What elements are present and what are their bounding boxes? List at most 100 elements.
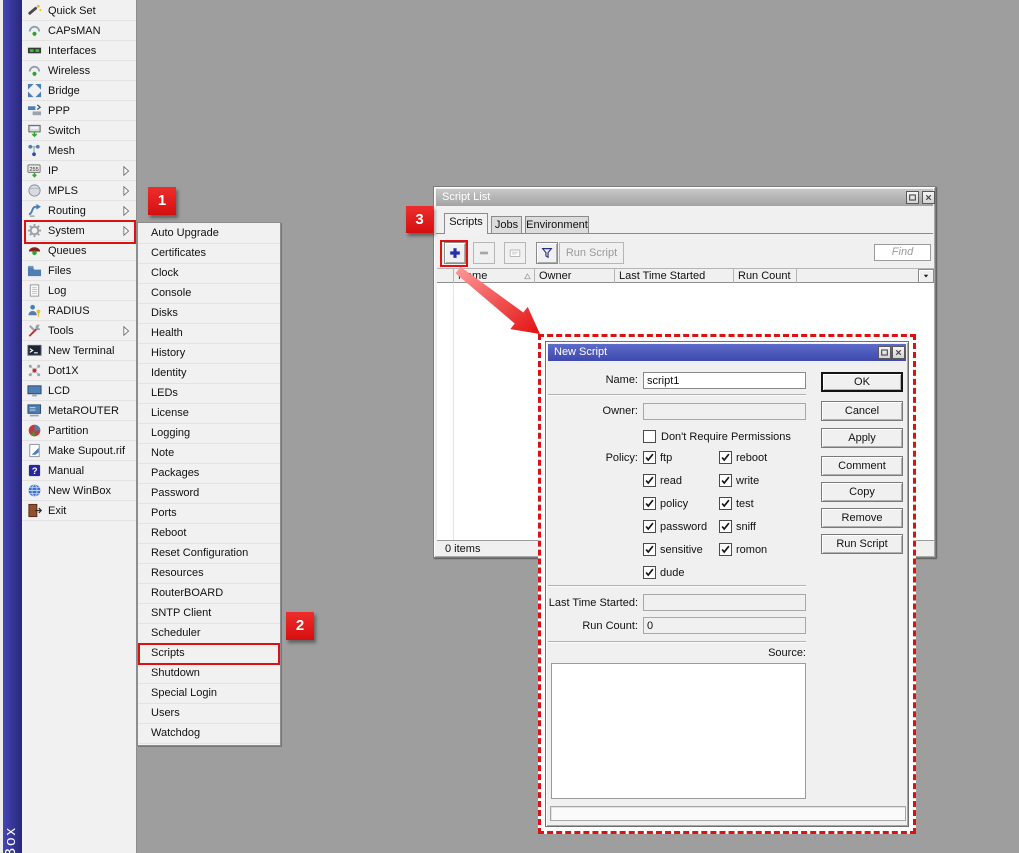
sidebar-item-lcd[interactable]: LCD [22,381,136,401]
policy-checkbox[interactable] [643,451,656,464]
sidebar-item-interfaces[interactable]: Interfaces [22,41,136,61]
policy-option-test[interactable]: test [719,497,767,510]
system-menu-item-health[interactable]: Health [138,324,280,344]
policy-checkbox[interactable] [643,566,656,579]
policy-checkbox[interactable] [719,474,732,487]
dont-require-permissions-checkbox[interactable] [643,430,656,443]
sidebar-item-new-terminal[interactable]: New Terminal [22,341,136,361]
new-script-titlebar[interactable]: New Script [548,344,906,361]
run-count-input[interactable]: 0 [643,617,806,634]
system-menu-item-sntp-client[interactable]: SNTP Client [138,604,280,624]
sidebar-item-ip[interactable]: 255 IP [22,161,136,181]
policy-option-reboot[interactable]: reboot [719,451,767,464]
system-menu-item-shutdown[interactable]: Shutdown [138,664,280,684]
policy-checkbox[interactable] [643,520,656,533]
system-menu-item-disks[interactable]: Disks [138,304,280,324]
system-menu-item-resources[interactable]: Resources [138,564,280,584]
system-menu-item-note[interactable]: Note [138,444,280,464]
dialog-button-run-script[interactable]: Run Script [821,534,903,554]
tab-scripts[interactable]: Scripts [444,213,488,234]
system-menu-item-routerboard[interactable]: RouterBOARD [138,584,280,604]
dialog-button-ok[interactable]: OK [821,372,903,392]
dialog-button-comment[interactable]: Comment [821,456,903,476]
sidebar-item-ppp[interactable]: PPP [22,101,136,121]
system-menu-item-watchdog[interactable]: Watchdog [138,724,280,744]
policy-checkbox[interactable] [719,451,732,464]
policy-option-read[interactable]: read [643,474,707,487]
sidebar-item-capsman[interactable]: CAPsMAN [22,21,136,41]
sidebar-item-switch[interactable]: Switch [22,121,136,141]
policy-checkbox[interactable] [643,497,656,510]
policy-option-sensitive[interactable]: sensitive [643,543,707,556]
system-menu-item-auto-upgrade[interactable]: Auto Upgrade [138,224,280,244]
maximize-button[interactable] [878,346,891,359]
last-time-started-input[interactable] [643,594,806,611]
name-input[interactable]: script1 [643,372,806,389]
sidebar-item-mpls[interactable]: MPLS [22,181,136,201]
sidebar-item-partition[interactable]: Partition [22,421,136,441]
dont-require-permissions-label[interactable]: Don't Require Permissions [661,431,791,443]
sidebar-item-make-supout-rif[interactable]: Make Supout.rif [22,441,136,461]
source-textarea[interactable] [551,663,806,799]
system-menu-item-console[interactable]: Console [138,284,280,304]
policy-option-write[interactable]: write [719,474,767,487]
dialog-button-remove[interactable]: Remove [821,508,903,528]
policy-option-sniff[interactable]: sniff [719,520,767,533]
system-menu-item-certificates[interactable]: Certificates [138,244,280,264]
sidebar-item-quick-set[interactable]: Quick Set [22,1,136,21]
system-menu-item-reset-configuration[interactable]: Reset Configuration [138,544,280,564]
system-menu-item-packages[interactable]: Packages [138,464,280,484]
system-menu-item-scheduler[interactable]: Scheduler [138,624,280,644]
close-button[interactable] [922,191,935,204]
system-menu-item-special-login[interactable]: Special Login [138,684,280,704]
system-menu-item-identity[interactable]: Identity [138,364,280,384]
dialog-button-cancel[interactable]: Cancel [821,401,903,421]
system-menu-item-license[interactable]: License [138,404,280,424]
policy-checkbox[interactable] [719,520,732,533]
script-list-titlebar[interactable]: Script List [436,189,933,206]
policy-checkbox[interactable] [643,474,656,487]
sidebar-item-routing[interactable]: Routing [22,201,136,221]
sidebar-item-queues[interactable]: Queues [22,241,136,261]
system-menu-item-history[interactable]: History [138,344,280,364]
sidebar-item-radius[interactable]: RADIUS [22,301,136,321]
policy-option-dude[interactable]: dude [643,566,707,579]
maximize-button[interactable] [906,191,919,204]
dialog-button-apply[interactable]: Apply [821,428,903,448]
sidebar-item-metarouter[interactable]: MetaROUTER [22,401,136,421]
column-header-run-count[interactable]: Run Count [733,269,796,283]
find-input[interactable]: Find [874,244,931,261]
system-menu-item-leds[interactable]: LEDs [138,384,280,404]
close-button[interactable] [892,346,905,359]
sidebar-item-manual[interactable]: ? Manual [22,461,136,481]
tab-environment[interactable]: Environment [525,216,589,233]
sidebar-item-new-winbox[interactable]: New WinBox [22,481,136,501]
dialog-button-copy[interactable]: Copy [821,482,903,502]
sidebar-item-log[interactable]: Log [22,281,136,301]
policy-checkbox[interactable] [719,497,732,510]
sidebar-item-tools[interactable]: Tools [22,321,136,341]
system-menu-item-password[interactable]: Password [138,484,280,504]
policy-option-policy[interactable]: policy [643,497,707,510]
owner-input[interactable] [643,403,806,420]
system-menu-item-reboot[interactable]: Reboot [138,524,280,544]
column-header-last-time-started[interactable]: Last Time Started [614,269,733,283]
system-menu-item-users[interactable]: Users [138,704,280,724]
column-dropdown-button[interactable] [918,269,934,283]
sidebar-item-exit[interactable]: Exit [22,501,136,521]
policy-option-romon[interactable]: romon [719,543,767,556]
sidebar-item-wireless[interactable]: Wireless [22,61,136,81]
sidebar-item-mesh[interactable]: Mesh [22,141,136,161]
policy-option-password[interactable]: password [643,520,707,533]
sidebar-item-dot1x[interactable]: Dot1X [22,361,136,381]
sidebar-item-bridge[interactable]: Bridge [22,81,136,101]
system-menu-item-ports[interactable]: Ports [138,504,280,524]
policy-checkbox[interactable] [643,543,656,556]
policy-checkbox[interactable] [719,543,732,556]
run-script-toolbar-button[interactable]: Run Script [559,242,624,264]
sidebar-item-files[interactable]: Files [22,261,136,281]
tab-jobs[interactable]: Jobs [491,216,522,233]
policy-option-ftp[interactable]: ftp [643,451,707,464]
system-menu-item-clock[interactable]: Clock [138,264,280,284]
system-menu-item-logging[interactable]: Logging [138,424,280,444]
